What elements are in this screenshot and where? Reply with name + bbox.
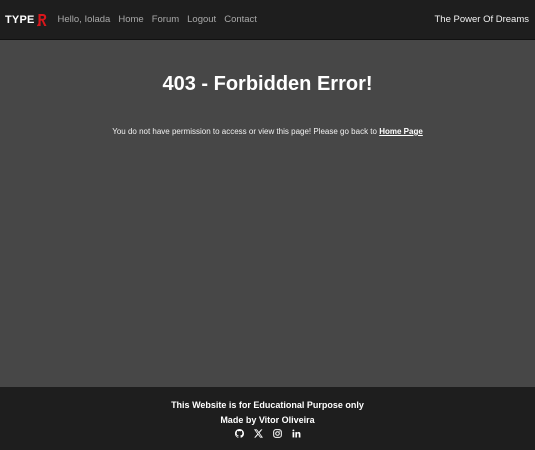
nav-logout-link[interactable]: Logout — [187, 14, 216, 25]
nav-forum-link[interactable]: Forum — [152, 14, 179, 25]
github-icon[interactable] — [234, 429, 244, 438]
brand-logo-link[interactable]: TYPE — [5, 13, 47, 27]
nav-home-link[interactable]: Home — [118, 14, 143, 25]
brand-r-logo-icon — [36, 13, 47, 26]
nav-contact-link[interactable]: Contact — [224, 14, 257, 25]
site-tagline: The Power Of Dreams — [434, 14, 530, 25]
home-page-link[interactable]: Home Page — [379, 127, 423, 136]
instagram-icon[interactable] — [272, 429, 282, 438]
error-message-text: You do not have permission to access or … — [112, 127, 377, 136]
error-title: 403 - Forbidden Error! — [162, 73, 373, 95]
navbar: TYPE Hello, Iolada Home Forum Logout Con… — [0, 0, 535, 40]
main-content: 403 - Forbidden Error! You do not have p… — [0, 40, 535, 387]
nav-greeting-user[interactable]: Hello, Iolada — [58, 14, 111, 25]
footer-disclaimer: This Website is for Educational Purpose … — [171, 400, 364, 410]
x-icon[interactable] — [253, 429, 263, 438]
social-links — [0, 429, 535, 438]
error-message: You do not have permission to access or … — [0, 127, 535, 136]
linkedin-icon[interactable] — [291, 429, 301, 438]
brand-name: TYPE — [5, 13, 35, 26]
footer: This Website is for Educational Purpose … — [0, 387, 535, 450]
nav-links: Hello, Iolada Home Forum Logout Contact — [58, 14, 257, 25]
footer-author: Made by Vitor Oliveira — [220, 415, 315, 425]
